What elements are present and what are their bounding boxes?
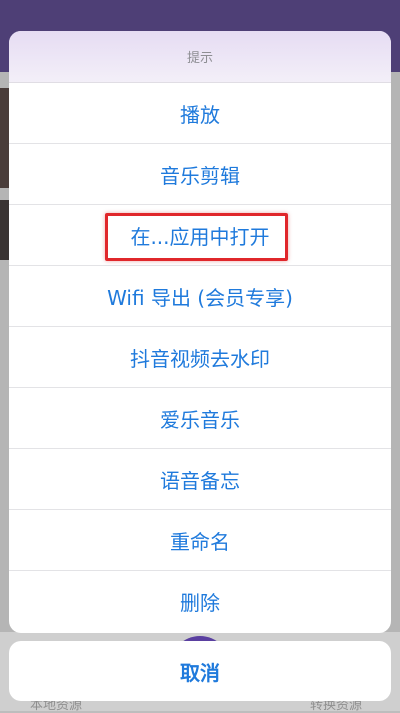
rename-button[interactable]: 重命名: [9, 510, 391, 571]
cancel-button[interactable]: 取消: [9, 641, 391, 701]
play-button[interactable]: 播放: [9, 83, 391, 144]
open-in-app-button[interactable]: 在...应用中打开: [9, 205, 391, 266]
wifi-export-button[interactable]: Wifi 导出 (会员专享): [9, 266, 391, 327]
action-sheet-title: 提示: [186, 51, 213, 66]
douyin-remove-watermark-button[interactable]: 抖音视频去水印: [9, 327, 391, 388]
action-sheet: 提示 播放 音乐剪辑 在...应用中打开 Wifi 导出 (会员专享) 抖音视频…: [9, 31, 391, 633]
delete-button[interactable]: 删除: [9, 571, 391, 632]
music-edit-button[interactable]: 音乐剪辑: [9, 144, 391, 205]
action-sheet-header: 提示: [9, 31, 391, 83]
aile-music-button[interactable]: 爱乐音乐: [9, 388, 391, 449]
voice-memo-button[interactable]: 语音备忘: [9, 449, 391, 510]
